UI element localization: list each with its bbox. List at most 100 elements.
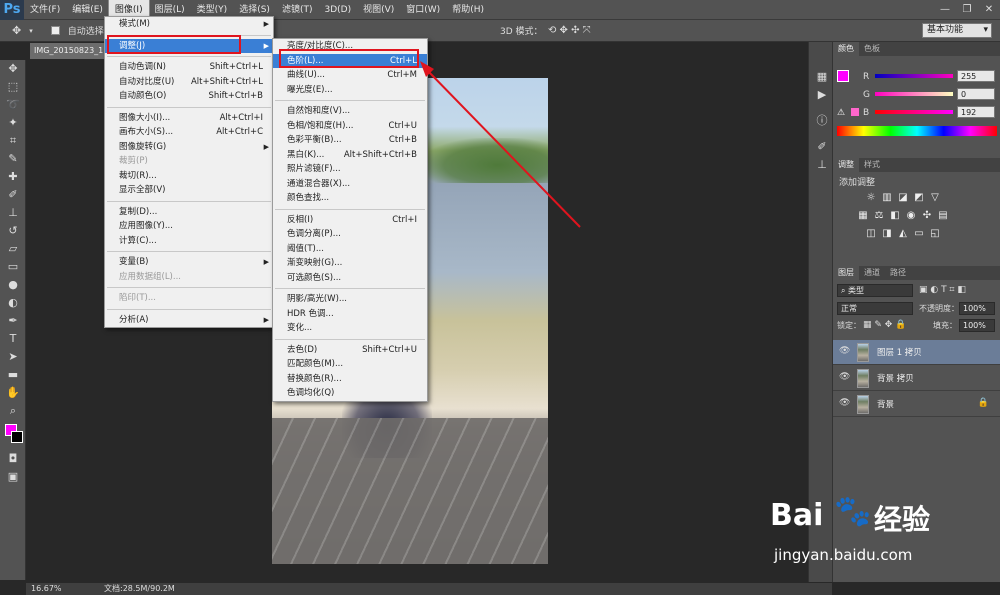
menu-option[interactable]: 曲线(U)... Ctrl+M (273, 68, 427, 83)
auto-select-checkbox[interactable] (50, 26, 60, 35)
gamut-swatch[interactable] (851, 108, 859, 116)
restore-icon[interactable]: ❐ (956, 4, 978, 15)
color-lookup-icon[interactable]: ▤ (935, 210, 951, 222)
menu-option[interactable]: 照片滤镜(F)... (273, 162, 427, 177)
color-spectrum[interactable] (837, 126, 997, 136)
menu-option[interactable]: 应用图像(Y)... (105, 219, 273, 234)
lock-icons[interactable]: ▦ ✎ ✥ 🔒 (863, 320, 906, 330)
hue-saturation-icon[interactable]: ▦ (855, 210, 871, 222)
tab-color[interactable]: 颜色 (833, 42, 859, 56)
tab-styles[interactable]: 样式 (859, 158, 885, 172)
photo-filter-icon[interactable]: ◉ (903, 210, 919, 222)
foreground-color-swatch[interactable] (837, 70, 849, 82)
color-swatches[interactable] (0, 420, 25, 450)
menu-option[interactable]: 颜色查找... (273, 191, 427, 206)
menu-option[interactable]: 自动色调(N) Shift+Ctrl+L (105, 60, 273, 75)
menu-option[interactable]: 模式(M) ▶ (105, 17, 273, 32)
menu-option[interactable]: 可选颜色(S)... (273, 271, 427, 286)
menu-option[interactable]: 自动对比度(U) Alt+Shift+Ctrl+L (105, 75, 273, 90)
quick-mask-icon[interactable]: ◘ (0, 450, 26, 468)
healing-brush-icon[interactable]: ✚ (0, 168, 26, 186)
dodge-tool-icon[interactable]: ◐ (0, 294, 26, 312)
shape-tool-icon[interactable]: ▬ (0, 366, 26, 384)
black-white-icon[interactable]: ◧ (887, 210, 903, 222)
color-balance-icon[interactable]: ⚖ (871, 210, 887, 222)
menu-option[interactable]: 阈值(T)... (273, 242, 427, 257)
menu-option[interactable]: 画布大小(S)... Alt+Ctrl+C (105, 125, 273, 140)
history-brush-icon[interactable]: ↺ (0, 222, 26, 240)
menu-item-1[interactable]: 编辑(E) (66, 0, 109, 20)
close-icon[interactable]: ✕ (978, 4, 1000, 15)
menu-option[interactable]: 图像旋转(G) ▶ (105, 140, 273, 155)
levels-icon[interactable]: ▥ (879, 192, 895, 204)
gradient-tool-icon[interactable]: ▭ (0, 258, 26, 276)
channel-mixer-icon[interactable]: ✣ (919, 210, 935, 222)
menu-option[interactable]: 通道混合器(X)... (273, 177, 427, 192)
menu-option[interactable]: 陷印(T)... (105, 291, 273, 306)
visibility-eye-icon[interactable]: 👁 (839, 398, 851, 410)
eraser-icon[interactable]: ▱ (0, 240, 26, 258)
tab-swatches[interactable]: 色板 (859, 42, 885, 56)
menu-item-7[interactable]: 3D(D) (318, 0, 357, 20)
blur-tool-icon[interactable]: ● (0, 276, 26, 294)
opacity-input[interactable]: 100% (959, 302, 995, 315)
crop-tool-icon[interactable]: ⌗ (0, 132, 26, 150)
menu-option[interactable]: 变量(B) ▶ (105, 255, 273, 270)
pen-tool-icon[interactable]: ✒ (0, 312, 26, 330)
menu-option[interactable]: 应用数据组(L)... (105, 270, 273, 285)
visibility-eye-icon[interactable]: 👁 (839, 346, 851, 358)
layer-row[interactable]: 👁 图层 1 拷贝 (833, 340, 1000, 365)
lasso-tool-icon[interactable]: ➰ (0, 96, 26, 114)
menu-option[interactable]: 计算(C)... (105, 234, 273, 249)
brush-tool-icon[interactable]: ✐ (0, 186, 26, 204)
menu-item-6[interactable]: 滤镜(T) (276, 0, 319, 20)
blend-mode-select[interactable]: 正常 (837, 302, 913, 315)
menu-option[interactable]: 分析(A) ▶ (105, 313, 273, 328)
background-color-swatch[interactable] (11, 431, 23, 443)
menu-item-8[interactable]: 视图(V) (357, 0, 400, 20)
eyedropper-icon[interactable]: ✎ (0, 150, 26, 168)
menu-option[interactable]: 色调均化(Q) (273, 386, 427, 401)
workspace-select[interactable]: 基本功能 ▾ (922, 23, 992, 38)
menu-option[interactable]: 渐变映射(G)... (273, 256, 427, 271)
menu-option[interactable]: 图像大小(I)... Alt+Ctrl+I (105, 111, 273, 126)
menu-option[interactable]: HDR 色调... (273, 307, 427, 322)
vibrance-icon[interactable]: ▽ (927, 192, 943, 204)
menu-option[interactable]: 曝光度(E)... (273, 83, 427, 98)
b-slider[interactable] (875, 110, 953, 114)
invert-icon[interactable]: ◫ (863, 228, 879, 240)
tab-paths[interactable]: 路径 (885, 266, 911, 280)
exposure-icon[interactable]: ◩ (911, 192, 927, 204)
filter-icons[interactable]: ▣ ◐ T ⌗ ◧ (919, 285, 966, 295)
3d-rotate-icon[interactable]: ⟲ ✥ ✣ ⤧ (548, 25, 591, 36)
menu-option[interactable]: 黑白(K)... Alt+Shift+Ctrl+B (273, 148, 427, 163)
marquee-tool-icon[interactable]: ⬚ (0, 78, 26, 96)
menu-option[interactable]: 反相(I) Ctrl+I (273, 213, 427, 228)
zoom-tool-icon[interactable]: ⌕ (0, 402, 26, 420)
b-value-input[interactable]: 192 (957, 106, 995, 118)
path-select-icon[interactable]: ➤ (0, 348, 26, 366)
g-slider[interactable] (875, 92, 953, 96)
menu-option[interactable]: 匹配颜色(M)... (273, 357, 427, 372)
r-value-input[interactable]: 255 (957, 70, 995, 82)
move-tool-icon[interactable]: ✥ (12, 24, 21, 37)
minimize-icon[interactable]: — (934, 4, 956, 15)
zoom-level[interactable]: 16.67% (31, 583, 62, 595)
move-tool-icon[interactable]: ✥ (0, 60, 26, 78)
stamp-tool-icon[interactable]: ⊥ (0, 204, 26, 222)
menu-item-9[interactable]: 窗口(W) (400, 0, 446, 20)
curves-icon[interactable]: ◪ (895, 192, 911, 204)
menu-option[interactable]: 显示全部(V) (105, 183, 273, 198)
menu-option[interactable]: 自然饱和度(V)... (273, 104, 427, 119)
selective-color-icon[interactable]: ◱ (927, 228, 943, 240)
tab-channels[interactable]: 通道 (859, 266, 885, 280)
threshold-icon[interactable]: ◭ (895, 228, 911, 240)
menu-option[interactable]: 替换颜色(R)... (273, 372, 427, 387)
menu-option[interactable]: 裁切(R)... (105, 169, 273, 184)
g-value-input[interactable]: 0 (957, 88, 995, 100)
hand-tool-icon[interactable]: ✋ (0, 384, 26, 402)
menu-option[interactable]: 复制(D)... (105, 205, 273, 220)
brightness-icon[interactable]: ☼ (863, 192, 879, 204)
fill-input[interactable]: 100% (959, 319, 995, 332)
menu-option[interactable]: 色相/饱和度(H)... Ctrl+U (273, 119, 427, 134)
